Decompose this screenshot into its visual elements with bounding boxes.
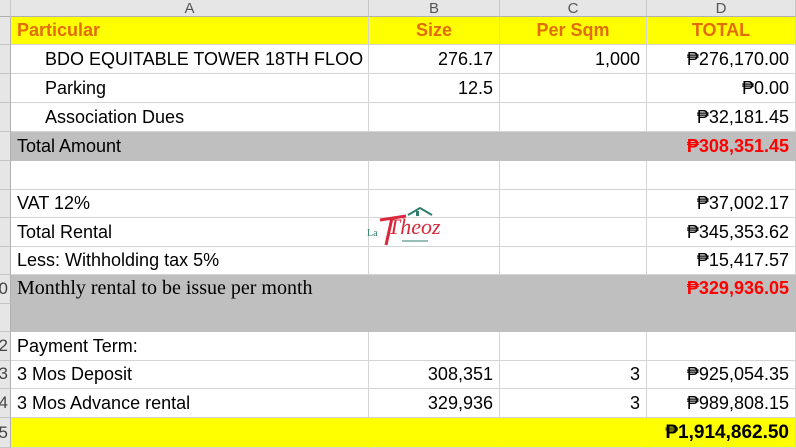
advance-value[interactable]: ₱989,808.15 — [647, 389, 796, 418]
grand-total-row: ₱1,914,862.50 — [11, 418, 796, 448]
deposit-label[interactable]: 3 Mos Deposit — [11, 361, 369, 389]
row-number: 3 — [0, 364, 8, 384]
empty-cell[interactable] — [369, 132, 500, 161]
item-total-cell[interactable]: ₱32,181.45 — [647, 103, 796, 132]
advance-row: 3 Mos Advance rental 329,936 3 ₱989,808.… — [11, 389, 796, 418]
table-row: Parking 12.5 ₱0.00 — [11, 74, 796, 103]
column-header-a[interactable]: A — [11, 0, 369, 17]
select-all-corner[interactable] — [0, 0, 11, 17]
table-row: BDO EQUITABLE TOWER 18TH FLOO 276.17 1,0… — [11, 45, 796, 74]
watermark-brand: Theoz — [388, 214, 441, 239]
item-per-sqm-cell[interactable] — [500, 103, 647, 132]
empty-cell[interactable] — [500, 247, 647, 275]
total-amount-label[interactable]: Total Amount — [11, 132, 369, 161]
empty-cell[interactable] — [500, 132, 647, 161]
row-number: 5 — [0, 423, 8, 443]
deposit-row: 3 Mos Deposit 308,351 3 ₱925,054.35 — [11, 361, 796, 389]
total-rental-value[interactable]: ₱345,353.62 — [647, 218, 796, 247]
empty-cell[interactable] — [647, 161, 796, 190]
vat-value[interactable]: ₱37,002.17 — [647, 190, 796, 218]
row-header[interactable] — [0, 132, 11, 161]
item-name-cell[interactable]: Parking — [11, 74, 369, 103]
item-total-cell[interactable]: ₱0.00 — [647, 74, 796, 103]
empty-cell[interactable] — [500, 418, 647, 448]
watermark-prefix: La — [367, 228, 378, 239]
advance-months[interactable]: 3 — [500, 389, 647, 418]
row-header[interactable]: 4 — [0, 389, 11, 418]
empty-cell[interactable] — [369, 418, 500, 448]
row-header[interactable] — [0, 74, 11, 103]
advance-base[interactable]: 329,936 — [369, 389, 500, 418]
row-header[interactable] — [0, 17, 11, 45]
item-size-cell[interactable]: 276.17 — [369, 45, 500, 74]
payment-term-label[interactable]: Payment Term: — [11, 332, 369, 361]
header-size[interactable]: Size — [369, 17, 500, 45]
row-header[interactable] — [0, 247, 11, 275]
row-header[interactable] — [0, 161, 11, 190]
header-particular[interactable]: Particular — [11, 17, 369, 45]
monthly-rental-row: Monthly rental to be issue per month ₱32… — [11, 275, 796, 332]
item-per-sqm-cell[interactable] — [500, 74, 647, 103]
empty-cell[interactable] — [369, 161, 500, 190]
row-header[interactable]: 3 — [0, 361, 11, 389]
table-row: Association Dues ₱32,181.45 — [11, 103, 796, 132]
empty-cell[interactable] — [500, 190, 647, 218]
row-number: 2 — [0, 336, 8, 356]
empty-cell[interactable] — [500, 218, 647, 247]
watermark-logo: La Theoz — [366, 205, 441, 251]
empty-cell[interactable] — [11, 418, 369, 448]
item-name-cell[interactable]: BDO EQUITABLE TOWER 18TH FLOO — [11, 45, 369, 74]
monthly-rental-label[interactable]: Monthly rental to be issue per month — [11, 275, 369, 332]
header-per-sqm[interactable]: Per Sqm — [500, 17, 647, 45]
row-header[interactable]: 5 — [0, 418, 11, 448]
header-total[interactable]: TOTAL — [647, 17, 796, 45]
withholding-label[interactable]: Less: Withholding tax 5% — [11, 247, 369, 275]
spreadsheet: A B C D 0 2 3 4 5 Particular Size Per Sq… — [0, 0, 796, 448]
row-header[interactable] — [0, 218, 11, 247]
item-size-cell[interactable] — [369, 103, 500, 132]
row-number: 0 — [0, 279, 8, 299]
row-header[interactable] — [0, 103, 11, 132]
deposit-base[interactable]: 308,351 — [369, 361, 500, 389]
total-amount-value[interactable]: ₱308,351.45 — [647, 132, 796, 161]
total-rental-label[interactable]: Total Rental — [11, 218, 369, 247]
column-header-d[interactable]: D — [647, 0, 796, 17]
empty-cell[interactable] — [369, 247, 500, 275]
table-header-row: Particular Size Per Sqm TOTAL — [11, 17, 796, 45]
withholding-row: Less: Withholding tax 5% ₱15,417.57 — [11, 247, 796, 275]
row-header[interactable]: 2 — [0, 332, 11, 361]
row-header[interactable]: 0 — [0, 275, 11, 304]
empty-cell[interactable] — [500, 275, 647, 332]
payment-term-row: Payment Term: — [11, 332, 796, 361]
item-per-sqm-cell[interactable]: 1,000 — [500, 45, 647, 74]
empty-cell[interactable] — [11, 161, 369, 190]
row-header[interactable] — [0, 190, 11, 218]
vat-label[interactable]: VAT 12% — [11, 190, 369, 218]
row-header[interactable] — [0, 45, 11, 74]
item-size-cell[interactable]: 12.5 — [369, 74, 500, 103]
grand-total-value[interactable]: ₱1,914,862.50 — [647, 418, 796, 448]
column-header-c[interactable]: C — [500, 0, 647, 17]
empty-cell[interactable] — [500, 161, 647, 190]
deposit-value[interactable]: ₱925,054.35 — [647, 361, 796, 389]
withholding-value[interactable]: ₱15,417.57 — [647, 247, 796, 275]
advance-label[interactable]: 3 Mos Advance rental — [11, 389, 369, 418]
empty-cell[interactable] — [647, 332, 796, 361]
item-total-cell[interactable]: ₱276,170.00 — [647, 45, 796, 74]
empty-cell[interactable] — [369, 275, 500, 332]
item-name-cell[interactable]: Association Dues — [11, 103, 369, 132]
row-header[interactable] — [0, 304, 11, 332]
monthly-rental-value[interactable]: ₱329,936.05 — [647, 275, 796, 332]
table-row — [11, 161, 796, 190]
empty-cell[interactable] — [369, 332, 500, 361]
empty-cell[interactable] — [500, 332, 647, 361]
row-number: 4 — [0, 393, 8, 413]
deposit-months[interactable]: 3 — [500, 361, 647, 389]
column-header-b[interactable]: B — [369, 0, 500, 17]
total-amount-row: Total Amount ₱308,351.45 — [11, 132, 796, 161]
